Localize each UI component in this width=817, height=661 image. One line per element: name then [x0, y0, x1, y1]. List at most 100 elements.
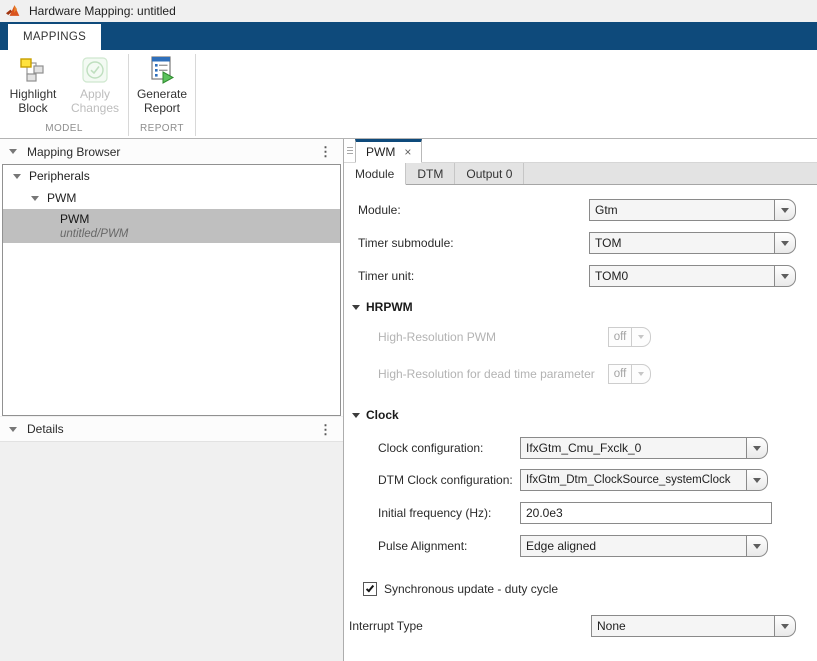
- collapse-icon[interactable]: [352, 305, 360, 310]
- doc-tab-label: PWM: [366, 145, 395, 159]
- chevron-down-icon: [631, 364, 651, 384]
- field-clock-config: Clock configuration: IfxGtm_Cmu_Fxclk_0: [378, 437, 768, 459]
- ribbon-bar: MAPPINGS: [0, 22, 817, 50]
- details-title: Details: [27, 422, 64, 436]
- field-timer-submodule: Timer submodule: TOM: [358, 232, 796, 254]
- clock-config-label: Clock configuration:: [378, 441, 520, 455]
- pulse-alignment-value: Edge aligned: [520, 535, 747, 557]
- dtm-clock-config-value: IfxGtm_Dtm_ClockSource_systemClock: [520, 469, 747, 491]
- window-title: Hardware Mapping: untitled: [29, 4, 176, 18]
- tree-item-pwm-selected[interactable]: PWM untitled/PWM: [3, 209, 340, 243]
- field-hr-dead-time: High-Resolution for dead time parameter …: [378, 364, 651, 384]
- section-hrpwm-title: HRPWM: [366, 300, 413, 314]
- toolstrip-separator: [195, 54, 196, 136]
- generate-report-label: Generate Report: [131, 87, 193, 115]
- pulse-alignment-label: Pulse Alignment:: [378, 539, 520, 553]
- field-timer-unit: Timer unit: TOM0: [358, 265, 796, 287]
- chevron-down-icon[interactable]: [746, 437, 768, 459]
- hr-pwm-label: High-Resolution PWM: [378, 330, 608, 344]
- hr-pwm-dropdown: off: [608, 327, 651, 347]
- generate-report-button[interactable]: Generate Report: [131, 56, 193, 115]
- highlight-block-button[interactable]: Highlight Block: [2, 56, 64, 115]
- collapse-icon[interactable]: [9, 427, 17, 432]
- clock-config-dropdown[interactable]: IfxGtm_Cmu_Fxclk_0: [520, 437, 768, 459]
- field-dtm-clock-config: DTM Clock configuration: IfxGtm_Dtm_Cloc…: [378, 469, 768, 491]
- chevron-down-icon[interactable]: [774, 265, 796, 287]
- group-caption-model: MODEL: [0, 123, 128, 138]
- interrupt-type-value: None: [591, 615, 775, 637]
- timer-submodule-value: TOM: [589, 232, 775, 254]
- chevron-down-icon[interactable]: [774, 199, 796, 221]
- expander-icon[interactable]: [13, 174, 21, 179]
- group-caption-report: REPORT: [129, 123, 195, 138]
- titlebar: Hardware Mapping: untitled: [0, 0, 817, 22]
- section-hrpwm[interactable]: HRPWM: [352, 300, 413, 314]
- apply-changes-button[interactable]: Apply Changes: [64, 56, 126, 115]
- matlab-logo-icon: [6, 4, 22, 18]
- expander-icon[interactable]: [31, 196, 39, 201]
- field-module: Module: Gtm: [358, 199, 796, 221]
- field-hr-pwm: High-Resolution PWM off: [378, 327, 651, 347]
- dtm-clock-config-label: DTM Clock configuration:: [378, 473, 520, 487]
- tree-item-pwm-group[interactable]: PWM: [3, 187, 340, 209]
- mapping-tree: Peripherals PWM PWM untitled/PWM: [2, 164, 341, 416]
- sync-update-label: Synchronous update - duty cycle: [384, 582, 558, 596]
- pulse-alignment-dropdown[interactable]: Edge aligned: [520, 535, 768, 557]
- tree-item-label: PWM: [47, 191, 76, 205]
- module-value: Gtm: [589, 199, 775, 221]
- tab-output-0[interactable]: Output 0: [455, 163, 524, 184]
- collapse-icon[interactable]: [352, 413, 360, 418]
- timer-unit-value: TOM0: [589, 265, 775, 287]
- chevron-down-icon: [631, 327, 651, 347]
- initial-frequency-label: Initial frequency (Hz):: [378, 506, 520, 520]
- field-pulse-alignment: Pulse Alignment: Edge aligned: [378, 535, 768, 557]
- chevron-down-icon[interactable]: [746, 469, 768, 491]
- toolstrip: Highlight Block Apply Changes MODEL: [0, 50, 817, 139]
- section-clock[interactable]: Clock: [352, 408, 399, 422]
- mapping-browser-title: Mapping Browser: [27, 145, 120, 159]
- field-sync-update: Synchronous update - duty cycle: [363, 582, 558, 596]
- kebab-menu-icon[interactable]: ⋮: [317, 423, 334, 436]
- close-icon[interactable]: ×: [404, 146, 411, 158]
- timer-submodule-label: Timer submodule:: [358, 236, 589, 250]
- kebab-menu-icon[interactable]: ⋮: [317, 145, 334, 158]
- left-panel: Mapping Browser ⋮ Peripherals PWM PWM un…: [0, 139, 343, 661]
- tree-item-path: untitled/PWM: [60, 227, 340, 241]
- generate-report-icon: [148, 56, 176, 84]
- sub-tabbar: Module DTM Output 0: [344, 163, 817, 185]
- details-header: Details ⋮: [0, 416, 343, 441]
- tab-dtm[interactable]: DTM: [406, 163, 455, 184]
- hardware-mapping-window: Hardware Mapping: untitled MAPPINGS H: [0, 0, 817, 661]
- toolstrip-group-report: Generate Report REPORT: [129, 50, 195, 138]
- dtm-clock-config-dropdown[interactable]: IfxGtm_Dtm_ClockSource_systemClock: [520, 469, 768, 491]
- field-initial-frequency: Initial frequency (Hz):: [378, 502, 772, 524]
- tree-item-peripherals[interactable]: Peripherals: [3, 165, 340, 187]
- hr-dead-time-dropdown: off: [608, 364, 651, 384]
- section-clock-title: Clock: [366, 408, 399, 422]
- hr-dead-time-value: off: [608, 364, 632, 384]
- chevron-down-icon[interactable]: [774, 615, 796, 637]
- doc-tab-pwm[interactable]: PWM ×: [355, 139, 422, 163]
- tab-module[interactable]: Module: [344, 163, 406, 185]
- tab-mappings[interactable]: MAPPINGS: [8, 24, 101, 50]
- chevron-down-icon[interactable]: [746, 535, 768, 557]
- interrupt-type-dropdown[interactable]: None: [591, 615, 796, 637]
- timer-submodule-dropdown[interactable]: TOM: [589, 232, 796, 254]
- toolstrip-group-model: Highlight Block Apply Changes MODEL: [0, 50, 128, 138]
- sync-update-checkbox[interactable]: [363, 582, 377, 596]
- interrupt-type-label: Interrupt Type: [349, 619, 591, 633]
- chevron-down-icon[interactable]: [774, 232, 796, 254]
- hr-pwm-value: off: [608, 327, 632, 347]
- mapping-browser-header: Mapping Browser ⋮: [0, 139, 343, 164]
- module-dropdown[interactable]: Gtm: [589, 199, 796, 221]
- field-module-label: Module:: [358, 203, 589, 217]
- timer-unit-label: Timer unit:: [358, 269, 589, 283]
- timer-unit-dropdown[interactable]: TOM0: [589, 265, 796, 287]
- tree-item-name: PWM: [60, 212, 340, 227]
- hr-dead-time-label: High-Resolution for dead time parameter: [378, 367, 608, 381]
- drag-handle-icon[interactable]: [344, 139, 355, 162]
- editor-panel: PWM × Module DTM Output 0 Module: Gtm Ti…: [343, 139, 817, 661]
- initial-frequency-input[interactable]: [520, 502, 772, 524]
- document-tabbar: PWM ×: [344, 139, 817, 163]
- collapse-icon[interactable]: [9, 149, 17, 154]
